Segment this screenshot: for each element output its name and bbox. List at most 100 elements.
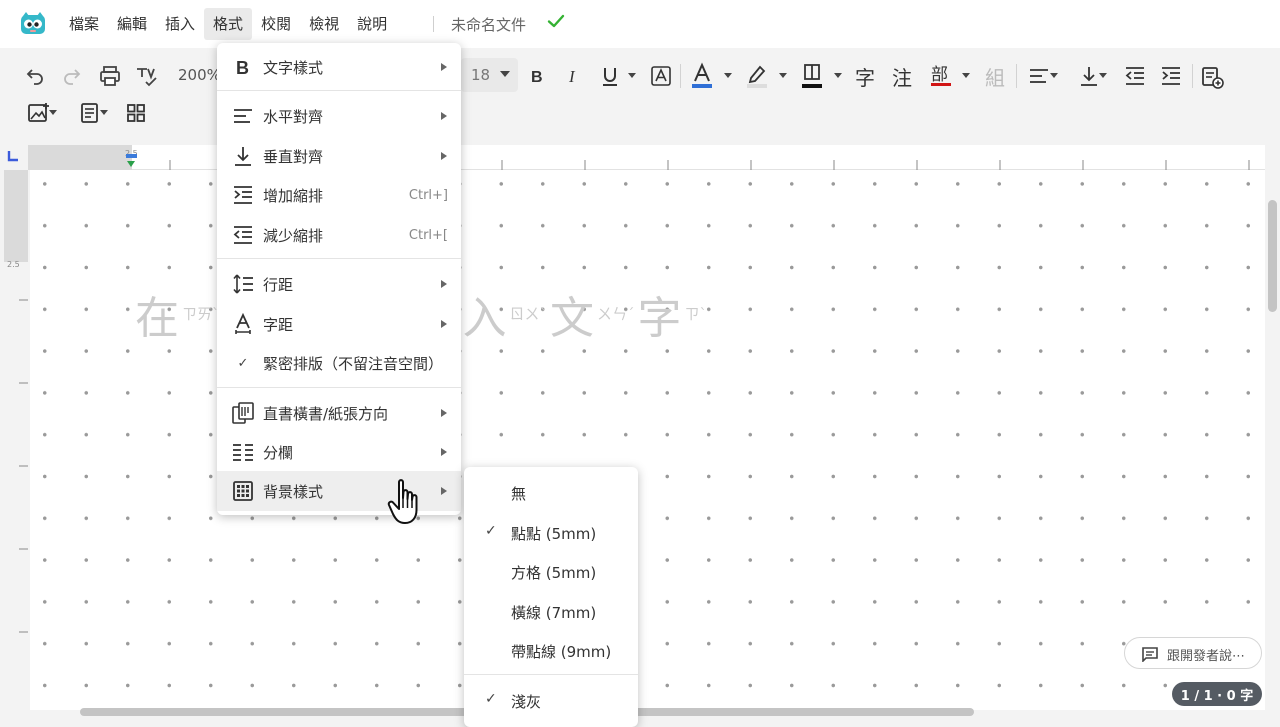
- format-horizontal-align[interactable]: 水平對齊: [217, 98, 461, 134]
- chevron-down-icon[interactable]: [779, 73, 787, 78]
- redo-icon[interactable]: [61, 64, 83, 86]
- vertical-scrollbar[interactable]: [1268, 200, 1277, 312]
- insert-image-icon[interactable]: [27, 102, 51, 124]
- radical-button[interactable]: 部: [931, 60, 948, 85]
- menu-file[interactable]: 檔案: [60, 8, 108, 40]
- menu-divider: [464, 674, 638, 675]
- border-icon[interactable]: [800, 62, 824, 90]
- menu-edit[interactable]: 編輯: [108, 8, 156, 40]
- format-line-spacing[interactable]: 行距: [217, 266, 461, 302]
- menu-divider: [217, 387, 461, 388]
- page-template-icon[interactable]: [79, 102, 101, 124]
- chevron-down-icon[interactable]: [100, 110, 108, 115]
- menu-item-label: 水平對齊: [263, 107, 324, 126]
- toolbar-divider: [680, 64, 681, 88]
- shortcut-label: Ctrl+]: [408, 187, 448, 203]
- italic-icon[interactable]: I: [565, 66, 585, 86]
- align-bottom-icon: [231, 144, 255, 168]
- document-title[interactable]: 未命名文件: [451, 14, 526, 35]
- ruler-ticks: [169, 160, 1250, 170]
- text-box-icon[interactable]: [650, 65, 672, 87]
- submenu-item-label: 方格 (5mm): [511, 564, 597, 582]
- letter-spacing-icon: [231, 312, 255, 336]
- ruler-corner: [0, 145, 28, 170]
- menu-item-label: 垂直對齊: [263, 147, 324, 166]
- menu-item-label: 減少縮排: [263, 226, 324, 245]
- chevron-down-icon[interactable]: [49, 110, 57, 115]
- undo-icon[interactable]: [24, 64, 46, 86]
- chevron-down-icon[interactable]: [834, 73, 842, 78]
- background-dotted-lines[interactable]: 帶點線 (9mm): [464, 633, 638, 669]
- format-indent-increase[interactable]: 增加縮排 Ctrl+]: [217, 177, 461, 213]
- feedback-button[interactable]: 跟開發者說⋯: [1124, 637, 1262, 669]
- highlight-icon[interactable]: [745, 62, 769, 90]
- menu-review[interactable]: 校閱: [252, 8, 300, 40]
- chevron-down-icon[interactable]: [1050, 73, 1058, 78]
- feedback-label: 跟開發者說⋯: [1167, 649, 1246, 664]
- format-background-style[interactable]: 背景樣式: [217, 471, 461, 511]
- background-light-gray[interactable]: ✓ 淺灰: [464, 683, 638, 719]
- background-grid[interactable]: 方格 (5mm): [464, 554, 638, 590]
- bold-icon[interactable]: B: [528, 66, 548, 86]
- placeholder-char-zi: 字: [637, 293, 682, 344]
- format-compact-layout[interactable]: ✓ 緊密排版（不留注音空間）: [217, 345, 461, 381]
- menu-insert[interactable]: 插入: [156, 8, 204, 40]
- submenu-arrow-icon: [441, 152, 447, 160]
- menu-item-label: 分欄: [263, 443, 294, 462]
- group-characters-button[interactable]: 組: [985, 62, 1005, 91]
- shortcut-label: Ctrl+[: [408, 227, 448, 243]
- align-bottom-icon[interactable]: [1078, 65, 1100, 87]
- menu-divider: [217, 258, 461, 259]
- app-logo-icon[interactable]: [20, 12, 46, 36]
- format-letter-spacing[interactable]: 字距: [217, 306, 461, 342]
- zhuyin-character-button[interactable]: 字: [855, 62, 875, 91]
- indent-decrease-icon[interactable]: [1124, 65, 1146, 87]
- format-page-orientation[interactable]: 直書橫書/紙張方向: [217, 395, 461, 431]
- indent-increase-icon[interactable]: [1160, 65, 1182, 87]
- print-icon[interactable]: [98, 64, 122, 88]
- submenu-arrow-icon: [441, 487, 447, 495]
- horizontal-ruler[interactable]: [28, 145, 1265, 170]
- align-left-icon[interactable]: [1028, 65, 1050, 87]
- chevron-down-icon[interactable]: [1099, 73, 1107, 78]
- tab-stop-icon[interactable]: [7, 150, 19, 162]
- menu-view[interactable]: 檢視: [300, 8, 348, 40]
- submenu-item-label: 無: [511, 485, 527, 503]
- placeholder-char-ru: 入: [462, 293, 507, 344]
- background-style-submenu: 無 ✓ 點點 (5mm) 方格 (5mm) 橫線 (7mm) 帶點線 (9mm)…: [464, 467, 638, 727]
- grid-view-icon[interactable]: [126, 103, 146, 123]
- chevron-down-icon[interactable]: [628, 73, 636, 78]
- format-vertical-align[interactable]: 垂直對齊: [217, 138, 461, 174]
- page-orientation-icon: [231, 401, 255, 425]
- menu-help[interactable]: 說明: [348, 8, 396, 40]
- format-columns[interactable]: 分欄: [217, 434, 461, 470]
- background-dots[interactable]: ✓ 點點 (5mm): [464, 515, 638, 551]
- font-size-select[interactable]: 18: [461, 58, 518, 92]
- grid-icon: [231, 479, 255, 503]
- submenu-item-label: 淺灰: [511, 693, 542, 711]
- spellcheck-icon[interactable]: [135, 64, 159, 88]
- document-page[interactable]: [30, 170, 1265, 710]
- indent-increase-icon: [231, 183, 255, 207]
- placeholder-char-wen: 文: [550, 293, 595, 344]
- add-page-icon[interactable]: [1200, 65, 1224, 89]
- format-indent-decrease[interactable]: 減少縮排 Ctrl+[: [217, 217, 461, 253]
- format-text-style[interactable]: B 文字樣式: [217, 49, 461, 85]
- svg-text:B: B: [531, 69, 543, 86]
- submenu-item-label: 橫線 (7mm): [511, 604, 597, 622]
- indent-marker-icon[interactable]: [126, 154, 137, 158]
- first-line-indent-icon[interactable]: [127, 161, 135, 167]
- underline-icon[interactable]: [600, 64, 620, 88]
- chevron-down-icon[interactable]: [724, 73, 732, 78]
- chevron-down-icon[interactable]: [962, 73, 970, 78]
- background-lines[interactable]: 橫線 (7mm): [464, 594, 638, 630]
- submenu-arrow-icon: [441, 280, 447, 288]
- background-none[interactable]: 無: [464, 475, 638, 511]
- check-icon: [547, 14, 565, 28]
- text-color-icon[interactable]: [690, 62, 714, 90]
- menu-format[interactable]: 格式: [204, 8, 253, 40]
- zhuyin-annotation-button[interactable]: 注: [892, 62, 912, 91]
- chevron-down-icon: [500, 71, 510, 77]
- menu-bar: 檔案 編輯 插入 格式 校閱 檢視 說明 未命名文件: [0, 0, 1280, 48]
- zoom-level[interactable]: 200%: [178, 66, 221, 84]
